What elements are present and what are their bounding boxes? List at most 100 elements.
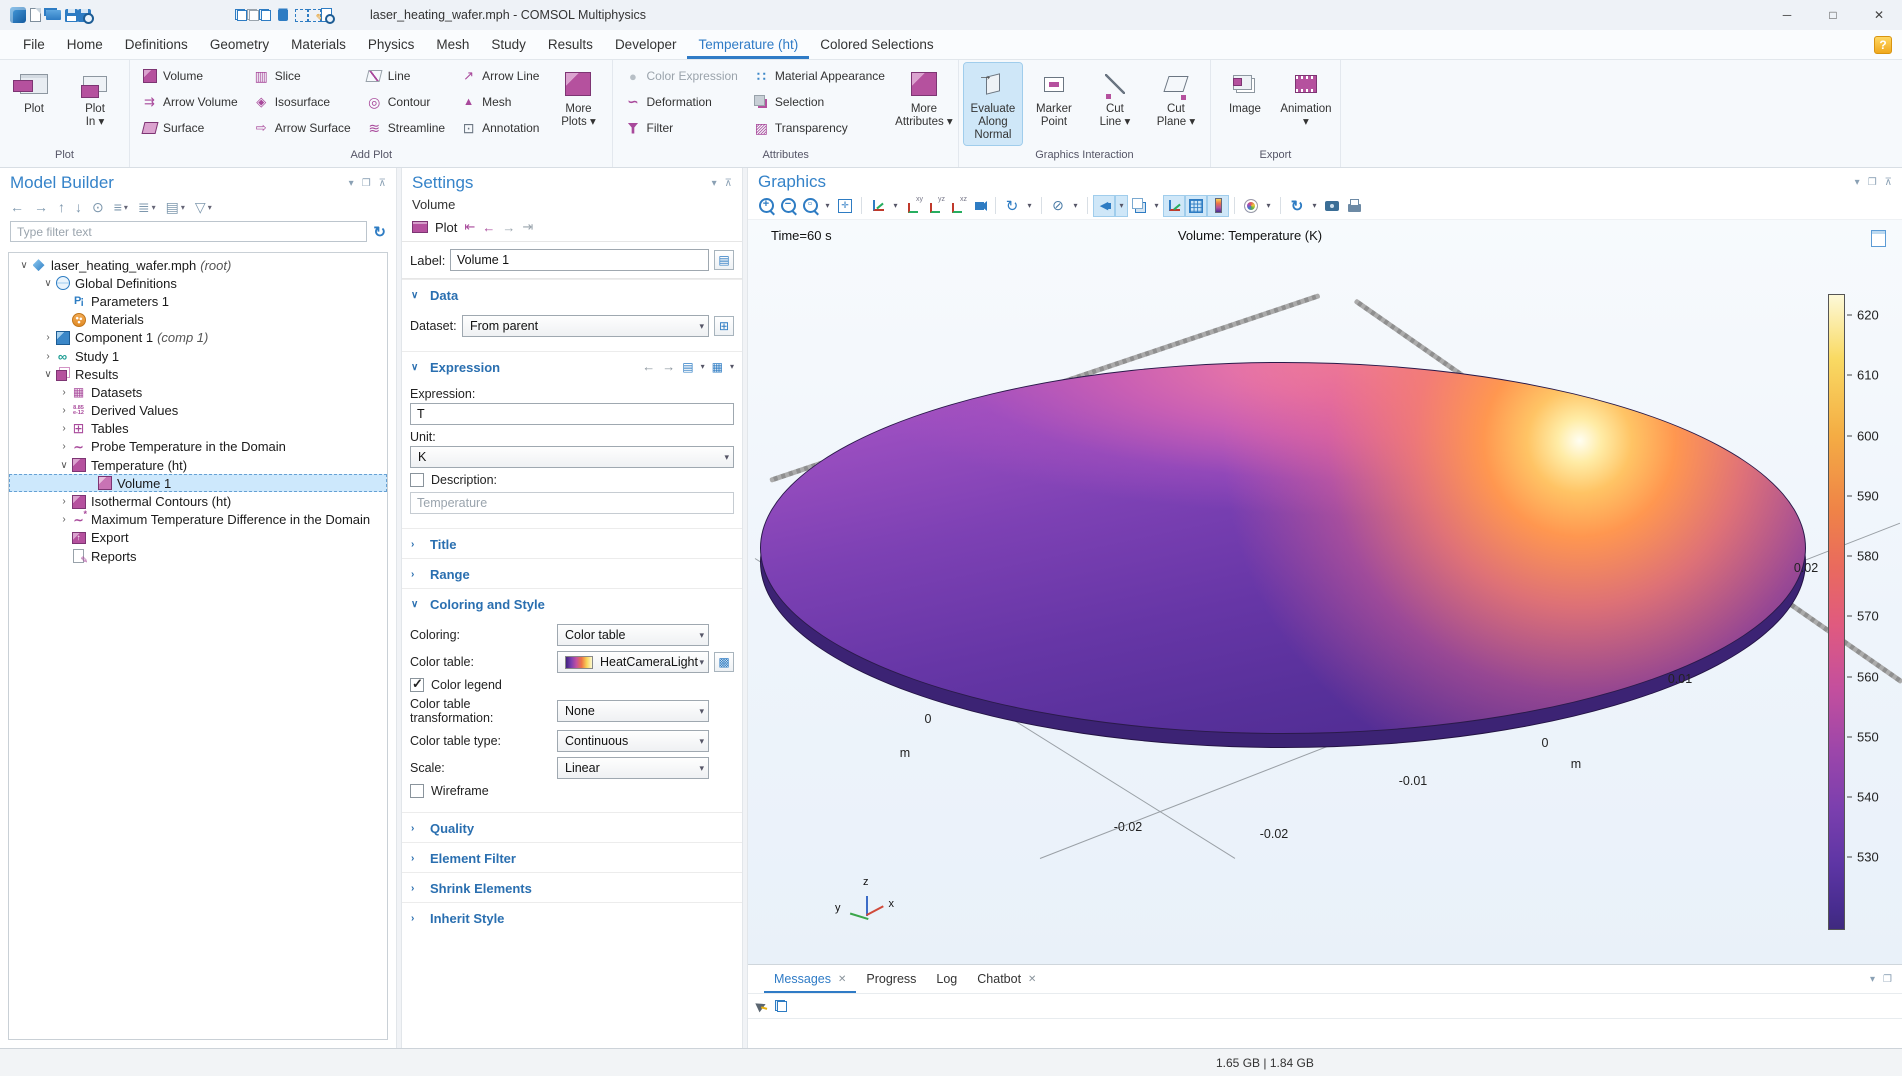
graphics-scene[interactable]: Time=60 s Volume: Temperature (K) 0 m -0… bbox=[748, 219, 1902, 964]
filter-funnel-icon[interactable]: ▽ ▾ bbox=[195, 199, 212, 216]
tab-developer[interactable]: Developer bbox=[604, 30, 688, 59]
expand-all-icon[interactable]: ≣ ▾ bbox=[138, 199, 156, 216]
forward-icon[interactable]: → bbox=[34, 199, 48, 215]
tab-progress[interactable]: Progress bbox=[856, 965, 926, 993]
wireframe-checkbox[interactable] bbox=[410, 784, 424, 798]
new-file-icon[interactable] bbox=[30, 8, 41, 22]
select-frame-icon[interactable] bbox=[295, 9, 308, 22]
selection-button[interactable]: Selection bbox=[747, 89, 892, 115]
pointer-icon[interactable] bbox=[755, 1000, 767, 1013]
color-legend-checkbox[interactable] bbox=[410, 678, 424, 692]
zoom-box-caret-icon[interactable] bbox=[822, 196, 833, 216]
tab-temperature-ht[interactable]: Temperature (ht) bbox=[687, 30, 809, 59]
tab-geometry[interactable]: Geometry bbox=[199, 30, 280, 59]
unit-select[interactable]: K bbox=[410, 446, 734, 468]
show-color-legend-icon[interactable] bbox=[1208, 196, 1228, 216]
find-icon[interactable] bbox=[321, 8, 332, 22]
more-plots-button[interactable]: More Plots ▾ bbox=[549, 63, 607, 145]
previous-plot-icon[interactable]: ← bbox=[482, 220, 495, 235]
app-icon[interactable] bbox=[6, 4, 30, 26]
arrow-line-button[interactable]: Arrow Line bbox=[454, 63, 546, 89]
tree-item-isothermal-contours[interactable]: › Isothermal Contours (ht) bbox=[9, 492, 387, 510]
print-icon[interactable] bbox=[1344, 196, 1364, 216]
tree-expander-icon[interactable]: › bbox=[57, 514, 71, 525]
plot-in-button[interactable]: Plot In ▾ bbox=[66, 63, 124, 145]
tree-item-volume-1[interactable]: Volume 1 bbox=[9, 474, 387, 492]
caret-icon[interactable]: ▾ bbox=[730, 362, 734, 371]
previous-expression-icon[interactable]: ← bbox=[642, 359, 655, 374]
tree-expander-icon[interactable]: › bbox=[57, 496, 71, 507]
select-annotate-icon[interactable] bbox=[308, 9, 321, 22]
tab-home[interactable]: Home bbox=[56, 30, 114, 59]
tree-item-export[interactable]: Export bbox=[9, 529, 387, 547]
transparency-icon[interactable] bbox=[1129, 196, 1149, 216]
tree-item-study-1[interactable]: › Study 1 bbox=[9, 347, 387, 365]
section-element-filter[interactable]: › Element Filter bbox=[402, 842, 742, 872]
tab-materials[interactable]: Materials bbox=[280, 30, 357, 59]
more-attributes-button[interactable]: More Attributes ▾ bbox=[895, 63, 953, 145]
transparency-button[interactable]: Transparency bbox=[747, 115, 892, 141]
tree-item-reports[interactable]: Reports bbox=[9, 547, 387, 565]
color-expression-button[interactable]: Color Expression bbox=[618, 63, 744, 89]
caret-icon[interactable]: ▾ bbox=[208, 203, 212, 212]
view-xy-icon[interactable] bbox=[903, 196, 923, 216]
plot-button[interactable]: Plot bbox=[5, 63, 63, 145]
customize-caret-icon[interactable] bbox=[332, 4, 356, 26]
redo-icon[interactable] bbox=[163, 4, 187, 26]
move-down-icon[interactable]: ↓ bbox=[75, 199, 82, 215]
line-button[interactable]: Line bbox=[360, 63, 452, 89]
tab-definitions[interactable]: Definitions bbox=[114, 30, 199, 59]
minimize-button[interactable]: ─ bbox=[1764, 0, 1810, 30]
update-caret-icon[interactable] bbox=[1309, 196, 1320, 216]
scene-light-icon[interactable] bbox=[1094, 196, 1114, 216]
annotation-button[interactable]: Annotation bbox=[454, 115, 546, 141]
default-view-caret-icon[interactable] bbox=[890, 196, 901, 216]
zoom-in-icon[interactable] bbox=[756, 196, 776, 216]
pin-panel-icon[interactable]: ⊼ bbox=[1885, 177, 1892, 188]
tree-item-max-temp-difference[interactable]: › Maximum Temperature Difference in the … bbox=[9, 511, 387, 529]
color-table-transformation-select[interactable]: None bbox=[557, 700, 709, 722]
insert-expression-icon[interactable]: ▦ bbox=[712, 360, 723, 374]
label-input[interactable] bbox=[450, 249, 709, 271]
update-plot-icon[interactable] bbox=[1287, 196, 1307, 216]
rotate-caret-icon[interactable] bbox=[1024, 196, 1035, 216]
section-shrink-elements[interactable]: › Shrink Elements bbox=[402, 872, 742, 902]
color-table-type-select[interactable]: Continuous bbox=[557, 730, 709, 752]
evaluate-along-normal-button[interactable]: Evaluate Along Normal bbox=[964, 63, 1022, 145]
tree-item-temperature-ht[interactable]: ∨ Temperature (ht) bbox=[9, 456, 387, 474]
show-axes-icon[interactable] bbox=[1164, 196, 1184, 216]
description-checkbox[interactable] bbox=[410, 473, 424, 487]
scene-light-caret-icon[interactable] bbox=[1116, 196, 1127, 216]
slice-button[interactable]: Slice bbox=[247, 63, 358, 89]
tree-expander-icon[interactable]: ∨ bbox=[17, 260, 31, 271]
surface-button[interactable]: Surface bbox=[135, 115, 245, 141]
contour-button[interactable]: Contour bbox=[360, 89, 452, 115]
section-range[interactable]: › Range bbox=[402, 558, 742, 588]
tree-expander-icon[interactable]: › bbox=[41, 332, 55, 343]
color-table-list-icon[interactable]: ▩ bbox=[714, 652, 734, 672]
tree-item-component-1[interactable]: › Component 1 (comp 1) bbox=[9, 329, 387, 347]
appearance-palette-icon[interactable] bbox=[1241, 196, 1261, 216]
paste-icon[interactable] bbox=[247, 9, 259, 21]
tree-item-results[interactable]: ∨ Results bbox=[9, 365, 387, 383]
redo-caret-icon[interactable] bbox=[187, 4, 211, 26]
view-xz-icon[interactable] bbox=[947, 196, 967, 216]
transparency-caret-icon[interactable] bbox=[1151, 196, 1162, 216]
rotate-icon[interactable] bbox=[1002, 196, 1022, 216]
tree-expander-icon[interactable]: › bbox=[57, 423, 71, 434]
show-icon[interactable]: ⊙ bbox=[92, 199, 104, 216]
undo-caret-icon[interactable] bbox=[139, 4, 163, 26]
section-data[interactable]: ∨ Data bbox=[402, 279, 742, 309]
tab-study[interactable]: Study bbox=[480, 30, 537, 59]
arrow-surface-button[interactable]: Arrow Surface bbox=[247, 115, 358, 141]
scene-caret-icon[interactable] bbox=[1070, 196, 1081, 216]
palette-caret-icon[interactable] bbox=[1263, 196, 1274, 216]
maximize-button[interactable]: □ bbox=[1810, 0, 1856, 30]
color-table-select[interactable]: HeatCameraLight bbox=[557, 651, 709, 673]
label-settings-icon[interactable]: ▤ bbox=[714, 250, 734, 270]
refresh-icon[interactable]: ↻ bbox=[373, 223, 386, 241]
float-panel-icon[interactable]: ❐ bbox=[362, 178, 371, 189]
show-grid-icon[interactable] bbox=[1186, 196, 1206, 216]
delete-icon[interactable] bbox=[271, 4, 295, 26]
image-button[interactable]: Image bbox=[1216, 63, 1274, 145]
